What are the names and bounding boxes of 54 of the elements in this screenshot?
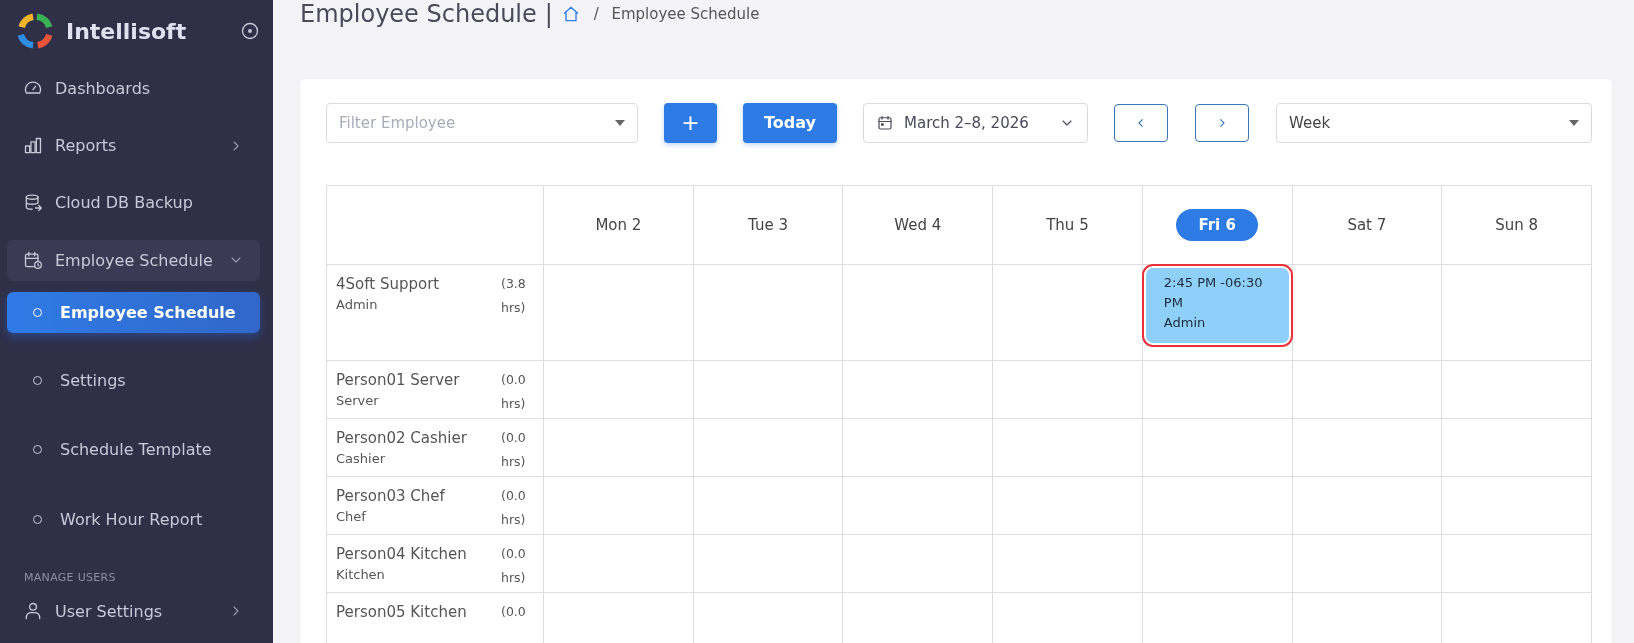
employee-name: Person01 Server [336,371,461,389]
day-header: Tue 3 [748,216,788,234]
calendar-icon [876,113,894,132]
breadcrumb-item: Employee Schedule [611,5,760,23]
hours-total: (0.0 hrs) [501,429,527,471]
database-icon [23,192,43,213]
day-header: Thu 5 [1046,216,1089,234]
dropdown-icon [1569,119,1579,126]
day-header: Wed 4 [894,216,942,234]
employee-role: Chef [336,509,367,524]
nav-item[interactable]: Cloud DB Backup [7,182,260,224]
employee-name: 4Soft Support [336,275,441,293]
user-icon [23,601,43,622]
day-header: Fri 6 [1176,209,1258,241]
nav-item[interactable]: Dashboards [7,67,260,110]
nav-item[interactable]: User Settings [7,590,260,632]
bar-chart-icon [23,135,43,156]
hours-total: (0.0 [501,603,527,621]
hours-total: (3.8 hrs) [501,275,527,317]
day-header: Mon 2 [595,216,642,234]
nav-subitem[interactable]: Settings [7,360,260,402]
date-range-picker[interactable]: March 2–8, 2026 [863,102,1088,143]
employee-name: Person03 Chef [336,487,446,505]
hours-total: (0.0 hrs) [501,487,527,529]
view-select[interactable]: Week [1276,102,1592,143]
target-icon [240,21,260,42]
nav-item[interactable]: Reports [7,125,260,167]
breadcrumb-divider: / [592,5,600,23]
nav-subitem[interactable]: Schedule Template [7,429,260,471]
day-header: Sat 7 [1347,216,1387,234]
logo-icon [16,12,54,51]
nav-subitem[interactable]: Work Hour Report [7,498,260,540]
title-separator: | [544,0,553,28]
next-button[interactable] [1195,103,1249,142]
add-button[interactable]: + [664,102,717,143]
calendar-clock-icon [23,250,43,271]
today-button[interactable]: Today [743,102,837,143]
brand-name: Intellisoft [66,18,188,44]
employee-name: Person02 Cashier [336,429,468,447]
hours-total: (0.0 hrs) [501,545,527,587]
previous-button[interactable] [1114,103,1168,142]
employee-name: Person05 Kitchen [336,603,468,621]
employee-role: Kitchen [336,567,386,582]
page-title: Employee Schedule [300,0,537,28]
employee-name: Person04 Kitchen [336,545,468,563]
employee-role: Admin [336,297,379,312]
dropdown-icon [615,119,625,126]
section-label: MANAGE USERS [23,569,117,586]
day-header: Sun 8 [1495,216,1539,234]
nav-subitem[interactable]: Employee Schedule [7,291,260,333]
employee-role: Server [336,393,380,408]
employee-role: Cashier [336,451,386,466]
hours-total: (0.0 hrs) [501,371,527,413]
nav-item[interactable]: Employee Schedule [7,239,260,281]
